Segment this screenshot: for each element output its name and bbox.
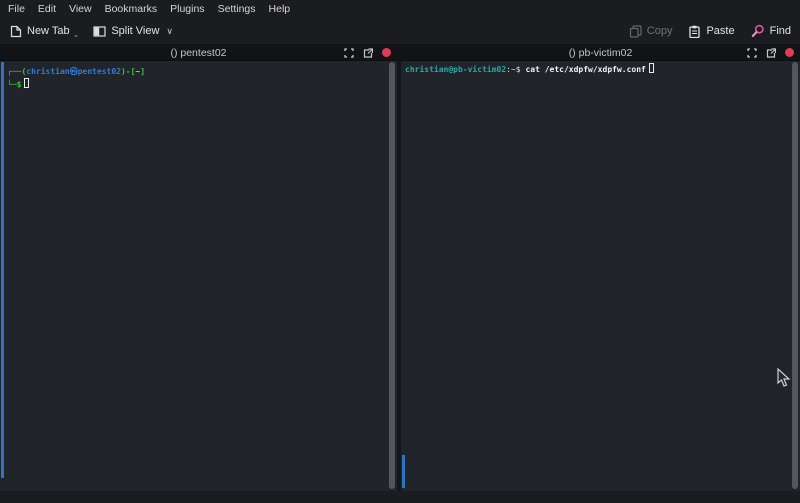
maximize-view-icon[interactable] [344, 48, 354, 58]
maximize-view-icon[interactable] [747, 48, 757, 58]
window-bottom-strip [0, 491, 800, 503]
scrollbar[interactable] [790, 61, 800, 491]
menu-file[interactable]: File [8, 3, 25, 15]
new-tab-dropdown-caret[interactable]: ⌄ [73, 32, 80, 38]
toolbar: New Tab ⌄ Split View ∨ [0, 18, 800, 45]
split-view-label: Split View [111, 25, 159, 37]
terminal-output-pb-victim02: christian@pb-victim02:~$ cat /etc/xdpfw/… [401, 61, 800, 76]
menu-plugins[interactable]: Plugins [170, 3, 204, 15]
copy-button[interactable]: Copy [629, 25, 673, 38]
terminal-cursor [649, 63, 654, 73]
find-button[interactable]: Find [751, 24, 791, 38]
scrollbar-thumb[interactable] [792, 62, 798, 489]
split-terminal-area: ┌──(christian㉿pentest02)-[~] └─$ christi… [0, 61, 800, 491]
pane-header-bar: () pentest02 () pb-victim02 [0, 45, 800, 61]
menu-bar: File Edit View Bookmarks Plugins Setting… [0, 0, 800, 18]
copy-icon [629, 25, 642, 38]
menu-edit[interactable]: Edit [38, 3, 56, 15]
paste-button[interactable]: Paste [688, 25, 734, 38]
split-view-icon [93, 25, 106, 38]
new-tab-icon [9, 25, 22, 38]
menu-settings[interactable]: Settings [218, 3, 256, 15]
split-view-button[interactable]: Split View ∨ [93, 25, 173, 38]
prompt-line2: └─$ [7, 80, 21, 89]
prompt-user-host: christian㉿pentest02 [26, 67, 121, 76]
scrollbar[interactable] [387, 61, 397, 491]
pane-title-pentest02: () pentest02 [170, 47, 226, 59]
scrollbar-thumb[interactable] [389, 62, 395, 489]
scroll-highlight-indicator [1, 62, 4, 478]
find-icon [751, 24, 765, 38]
new-tab-button[interactable]: New Tab ⌄ [9, 25, 79, 38]
paste-icon [688, 25, 701, 38]
prompt-suffix: :~$ [506, 65, 520, 74]
chevron-down-icon: ∨ [166, 26, 173, 37]
mouse-cursor [777, 368, 791, 388]
close-view-button[interactable] [382, 48, 391, 57]
pane-header-pb-victim02[interactable]: () pb-victim02 [401, 45, 800, 60]
konsole-window: File Edit View Bookmarks Plugins Setting… [0, 0, 800, 503]
find-label: Find [770, 25, 791, 37]
prompt-user-host: christian@pb-victim02 [405, 65, 506, 74]
copy-label: Copy [647, 25, 673, 37]
paste-label: Paste [706, 25, 734, 37]
terminal-cursor [24, 78, 29, 88]
detach-view-icon[interactable] [363, 48, 373, 58]
scroll-highlight-indicator [402, 455, 405, 488]
typed-command: cat /etc/xdpfw/xdpfw.conf [525, 65, 645, 74]
prompt-frame-close: ] [140, 67, 145, 76]
menu-bookmarks[interactable]: Bookmarks [105, 3, 158, 15]
pane-header-pentest02[interactable]: () pentest02 [0, 45, 397, 60]
new-tab-label: New Tab [27, 25, 70, 37]
prompt-frame-mid: )-[ [121, 67, 135, 76]
terminal-output-pentest02: ┌──(christian㉿pentest02)-[~] └─$ [0, 61, 397, 91]
detach-view-icon[interactable] [766, 48, 776, 58]
menu-help[interactable]: Help [269, 3, 291, 15]
prompt-frame-open: ┌──( [7, 67, 26, 76]
terminal-pane-pb-victim02[interactable]: christian@pb-victim02:~$ cat /etc/xdpfw/… [401, 61, 800, 491]
close-view-button[interactable] [785, 48, 794, 57]
menu-view[interactable]: View [69, 3, 92, 15]
terminal-pane-pentest02[interactable]: ┌──(christian㉿pentest02)-[~] └─$ [0, 61, 397, 491]
pane-title-pb-victim02: () pb-victim02 [569, 47, 633, 59]
